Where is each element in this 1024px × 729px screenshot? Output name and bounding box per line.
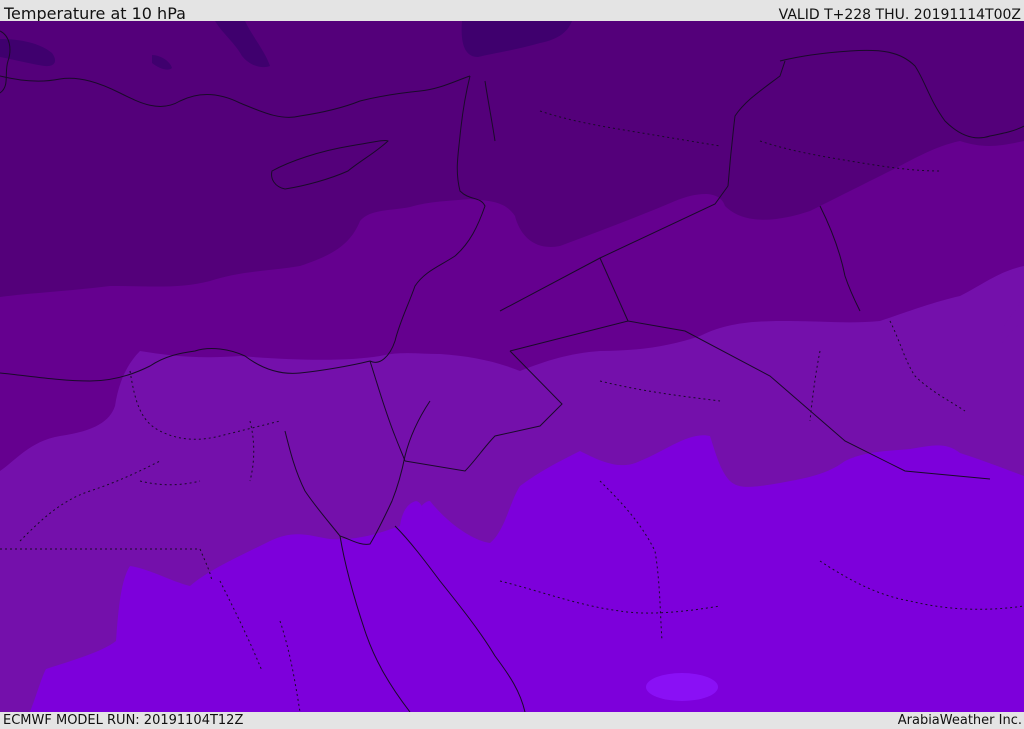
map-figure: Temperature at 10 hPa VALID T+228 THU. 2…: [0, 0, 1024, 729]
map-canvas: [0, 21, 1024, 712]
band-warm-spot: [646, 673, 718, 701]
model-run-label: ECMWF MODEL RUN: 20191104T12Z: [3, 713, 244, 728]
map-svg: [0, 21, 1024, 712]
header-bar: Temperature at 10 hPa VALID T+228 THU. 2…: [0, 0, 1024, 23]
footer-bar: ECMWF MODEL RUN: 20191104T12Z ArabiaWeat…: [0, 712, 1024, 729]
credit-label: ArabiaWeather Inc.: [897, 713, 1022, 728]
